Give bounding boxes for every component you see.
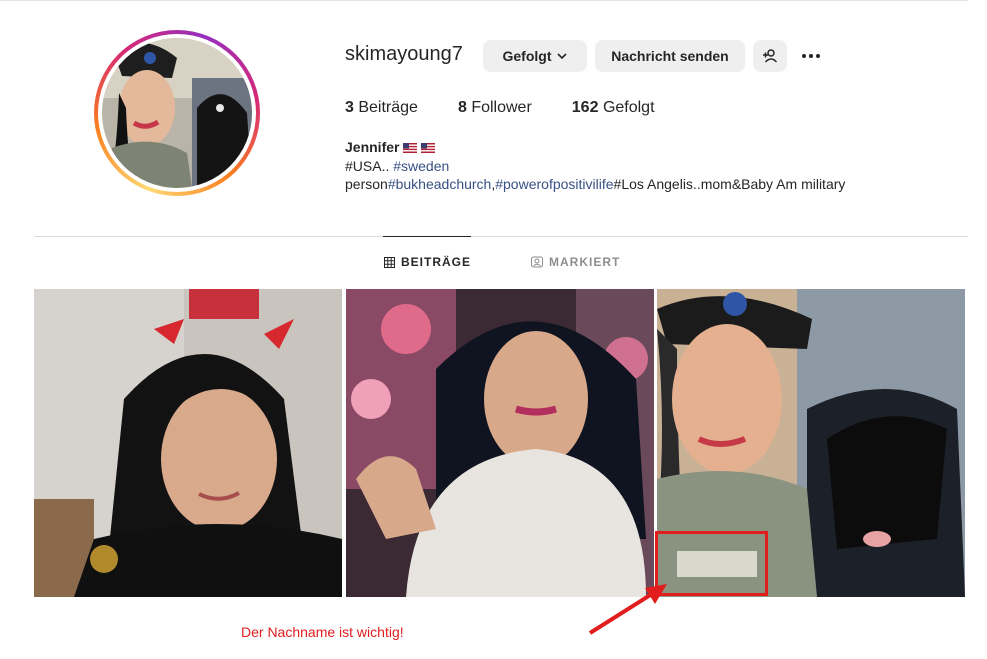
avatar-image: [102, 38, 252, 188]
hashtag-link[interactable]: #powerofpositivilife: [495, 176, 613, 192]
bio-line-2: person#bukheadchurch,#powerofpositivilif…: [345, 176, 846, 192]
add-friend-button[interactable]: [753, 40, 787, 72]
post-image: [346, 289, 654, 597]
us-flag-icon: [421, 139, 436, 157]
post-image: [34, 289, 342, 597]
bio-name: Jennifer: [345, 139, 400, 155]
following-button[interactable]: Gefolgt: [483, 40, 587, 72]
bio-name-line: Jennifer: [345, 138, 845, 157]
tab-tagged[interactable]: MARKIERT: [531, 255, 620, 269]
following-button-label: Gefolgt: [502, 48, 552, 64]
followers-stat[interactable]: 8 Follower: [458, 99, 532, 117]
profile-stats: 3 Beiträge 8 Follower 162 Gefolgt: [345, 99, 695, 117]
hashtag-link[interactable]: #sweden: [393, 158, 449, 174]
bio-line-1: #USA.. #sweden: [345, 158, 450, 174]
top-border: [0, 0, 968, 1]
annotation-arrow: [588, 584, 667, 635]
profile-username: skimayoung7: [345, 43, 463, 65]
tabs-divider: [34, 236, 968, 237]
tab-posts[interactable]: BEITRÄGE: [384, 255, 471, 269]
add-person-icon: [762, 48, 778, 64]
avatar-border: [98, 34, 256, 192]
following-stat[interactable]: 162 Gefolgt: [572, 99, 655, 117]
post-thumbnail[interactable]: [34, 289, 342, 597]
posts-stat: 3 Beiträge: [345, 99, 418, 116]
grid-icon: [384, 256, 395, 268]
more-options-button[interactable]: [798, 44, 824, 68]
chevron-down-icon: [556, 50, 568, 62]
tagged-icon: [531, 256, 543, 268]
more-dots-icon: [802, 54, 806, 58]
us-flag-icon: [403, 139, 418, 157]
hashtag-link[interactable]: #bukheadchurch: [388, 176, 492, 192]
post-thumbnail[interactable]: [346, 289, 654, 597]
profile-bio: Jennifer #USA.. #sweden person#bukheadch…: [345, 138, 845, 193]
active-tab-indicator: [383, 236, 471, 237]
send-message-button[interactable]: Nachricht senden: [595, 40, 745, 72]
profile-avatar[interactable]: [94, 30, 260, 196]
annotation-text: Der Nachname ist wichtig!: [241, 624, 404, 640]
